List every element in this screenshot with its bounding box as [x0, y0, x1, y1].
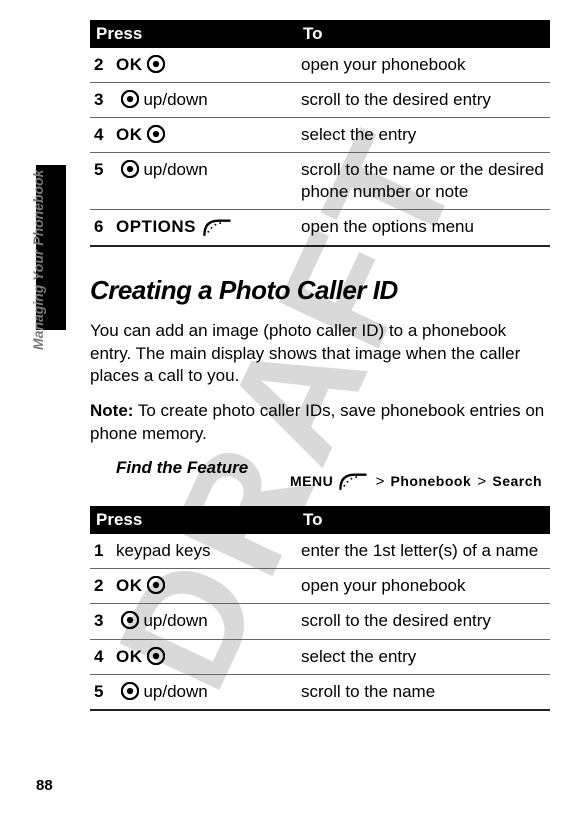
table-row: 5 up/down scroll to the name — [90, 674, 550, 710]
find-feature-row: Find the Feature MENU > Phonebook > Sear… — [90, 458, 550, 492]
step-action: scroll to the name — [297, 674, 550, 710]
path-separator: > — [374, 473, 387, 490]
soft-key-icon — [337, 470, 369, 492]
page-number: 88 — [36, 777, 53, 794]
find-feature-label: Find the Feature — [90, 458, 290, 478]
menu-key-label: MENU — [290, 473, 333, 489]
page-content: Press To 2OK open your phonebook 3 up/do… — [0, 0, 580, 731]
step-index: 5 — [94, 159, 116, 181]
menu-path-seg: Phonebook — [391, 473, 472, 489]
key-label: OK — [116, 576, 143, 595]
step-action: enter the 1st letter(s) of a name — [297, 534, 550, 569]
key-label: OK — [116, 125, 143, 144]
press-suffix: up/down — [139, 682, 208, 701]
step-index: 4 — [94, 646, 116, 668]
nav-key-icon — [147, 647, 165, 665]
path-separator: > — [475, 473, 488, 490]
nav-key-icon — [147, 55, 165, 73]
step-action: open the options menu — [297, 210, 550, 246]
note-paragraph: Note: To create photo caller IDs, save p… — [90, 400, 550, 446]
body-paragraph: You can add an image (photo caller ID) t… — [90, 320, 550, 389]
step-index: 5 — [94, 681, 116, 703]
press-suffix: keypad keys — [116, 541, 211, 560]
menu-path-seg: Search — [492, 473, 542, 489]
key-label: OPTIONS — [116, 217, 196, 236]
step-index: 3 — [94, 89, 116, 111]
table-row: 3 up/down scroll to the desired entry — [90, 83, 550, 118]
nav-key-icon — [121, 160, 139, 178]
nav-key-icon — [147, 576, 165, 594]
press-suffix: up/down — [139, 90, 208, 109]
col-press: Press — [90, 20, 297, 48]
table-row: 6OPTIONS open the options menu — [90, 210, 550, 246]
table-row: 2OK open your phonebook — [90, 569, 550, 604]
table-row: 1keypad keys enter the 1st letter(s) of … — [90, 534, 550, 569]
step-action: open your phonebook — [297, 48, 550, 83]
step-action: select the entry — [297, 639, 550, 674]
steps-table-top: Press To 2OK open your phonebook 3 up/do… — [90, 20, 550, 247]
nav-key-icon — [121, 611, 139, 629]
table-row: 4OK select the entry — [90, 118, 550, 153]
step-index: 3 — [94, 610, 116, 632]
nav-key-icon — [147, 125, 165, 143]
nav-key-icon — [121, 90, 139, 108]
table-row: 2OK open your phonebook — [90, 48, 550, 83]
step-action: scroll to the desired entry — [297, 83, 550, 118]
menu-path: MENU > Phonebook > Search — [290, 458, 550, 492]
soft-key-icon — [201, 216, 233, 238]
step-index: 1 — [94, 540, 116, 562]
note-text: To create photo caller IDs, save phonebo… — [90, 401, 544, 443]
step-index: 4 — [94, 124, 116, 146]
step-index: 6 — [94, 216, 116, 238]
step-action: scroll to the desired entry — [297, 604, 550, 639]
col-press: Press — [90, 506, 297, 534]
col-to: To — [297, 20, 550, 48]
key-label: OK — [116, 647, 143, 666]
col-to: To — [297, 506, 550, 534]
table-row: 5 up/down scroll to the name or the desi… — [90, 153, 550, 210]
step-index: 2 — [94, 54, 116, 76]
step-action: scroll to the name or the desired phone … — [297, 153, 550, 210]
section-heading: Creating a Photo Caller ID — [90, 275, 550, 306]
step-action: open your phonebook — [297, 569, 550, 604]
press-suffix: up/down — [139, 611, 208, 630]
step-action: select the entry — [297, 118, 550, 153]
steps-table-bottom: Press To 1keypad keys enter the 1st lett… — [90, 506, 550, 710]
table-row: 3 up/down scroll to the desired entry — [90, 604, 550, 639]
press-suffix: up/down — [139, 160, 208, 179]
key-label: OK — [116, 55, 143, 74]
step-index: 2 — [94, 575, 116, 597]
table-row: 4OK select the entry — [90, 639, 550, 674]
note-label: Note: — [90, 401, 133, 420]
nav-key-icon — [121, 682, 139, 700]
